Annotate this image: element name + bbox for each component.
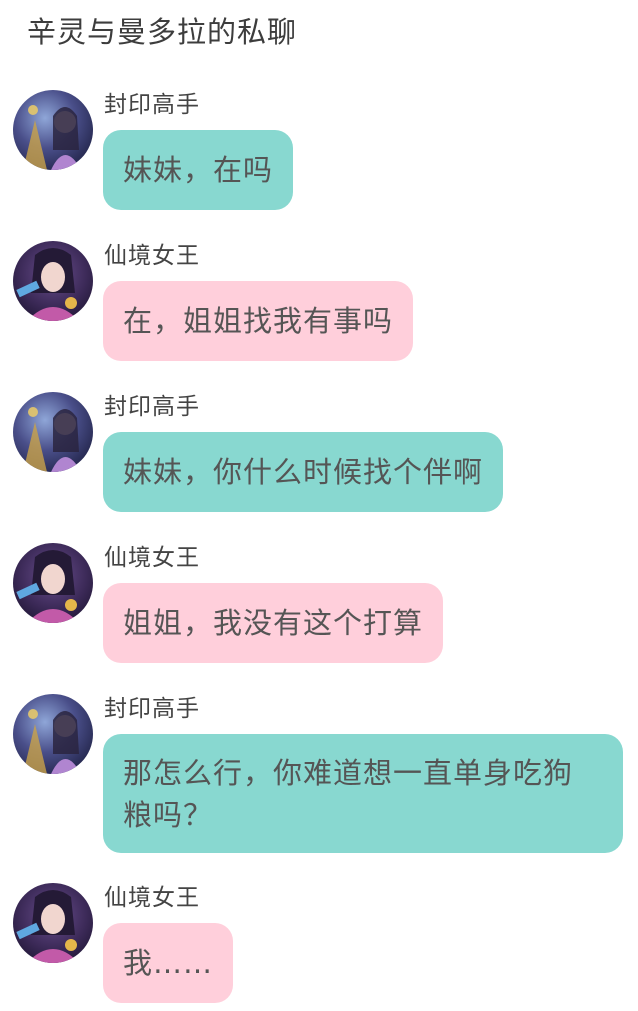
message-text: 妹妹，你什么时候找个伴啊 <box>123 455 484 489</box>
sender-name: 封印高手 <box>104 696 200 722</box>
sealing-master-avatar[interactable] <box>13 90 93 170</box>
sender-name: 仙境女王 <box>104 545 200 571</box>
sender-name: 仙境女王 <box>104 885 200 911</box>
sender-name: 封印高手 <box>104 394 200 420</box>
fairyland-queen-avatar[interactable] <box>13 241 93 321</box>
message-text: 那怎么行，你难道想一直单身吃狗 粮吗？ <box>123 756 574 832</box>
message-text: 姐姐，我没有这个打算 <box>123 606 424 640</box>
message-bubble[interactable]: 那怎么行，你难道想一直单身吃狗 粮吗？ <box>103 734 623 853</box>
chat-title: 辛灵与曼多拉的私聊 <box>27 15 298 49</box>
fairyland-queen-avatar[interactable] <box>13 883 93 963</box>
message-bubble[interactable]: 我…… <box>103 923 234 1003</box>
message-bubble[interactable]: 姐姐，我没有这个打算 <box>103 583 444 663</box>
message-bubble[interactable]: 妹妹，你什么时候找个伴啊 <box>103 432 504 512</box>
sealing-master-avatar[interactable] <box>13 694 93 774</box>
message-text: 我…… <box>123 946 214 980</box>
message-bubble[interactable]: 妹妹，在吗 <box>103 130 294 210</box>
message-bubble[interactable]: 在，姐姐找我有事吗 <box>103 281 414 361</box>
sealing-master-avatar[interactable] <box>13 392 93 472</box>
sender-name: 仙境女王 <box>104 243 200 269</box>
fairyland-queen-avatar[interactable] <box>13 543 93 623</box>
sender-name: 封印高手 <box>104 92 200 118</box>
message-text: 在，姐姐找我有事吗 <box>123 304 394 338</box>
message-text: 妹妹，在吗 <box>123 153 274 187</box>
